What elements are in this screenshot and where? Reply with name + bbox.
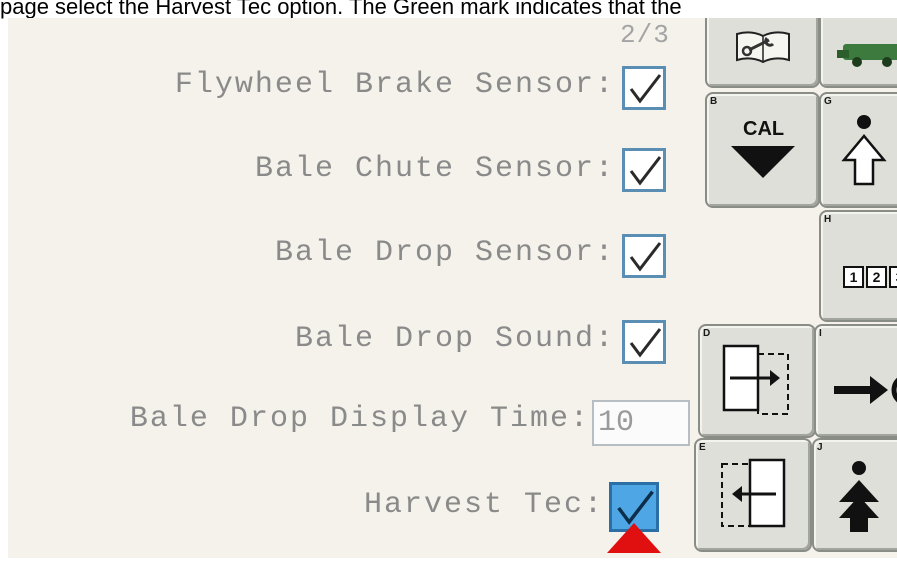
checkmark-icon — [629, 74, 662, 104]
bale-drop-sound-label: Bale Drop Sound: — [294, 322, 615, 356]
softkey-letter-j: J — [817, 442, 823, 453]
bale-drop-display-time-label: Bale Drop Display Time: — [129, 402, 590, 436]
softkey-numeric[interactable]: H 1 2 3 123 — [819, 210, 897, 322]
bale-chute-sensor-label: Bale Chute Sensor: — [254, 152, 615, 186]
harvest-tec-label: Harvest Tec: — [363, 488, 604, 522]
flywheel-brake-sensor-checkbox[interactable] — [622, 66, 666, 110]
bale-drop-sensor-label: Bale Drop Sensor: — [274, 236, 615, 270]
page-indicator: 2/3 — [620, 20, 670, 50]
bale-chute-sensor-checkbox[interactable] — [622, 148, 666, 192]
softkey-home[interactable]: J — [812, 438, 897, 552]
softkey-move-left[interactable]: E — [694, 438, 812, 552]
softkey-scroll-up[interactable]: G — [819, 92, 897, 208]
softkey-manual[interactable] — [705, 18, 820, 88]
bale-drop-sound-checkbox[interactable] — [622, 320, 666, 364]
flywheel-brake-sensor-label: Flywheel Brake Sensor: — [174, 68, 615, 102]
numeric-keypad-icon: 1 2 3 — [843, 266, 897, 288]
softkey-letter-e: E — [699, 442, 706, 453]
softkey-letter-g: G — [824, 96, 832, 107]
softkey-baler[interactable] — [819, 18, 897, 88]
softkey-cal[interactable]: B CAL — [705, 92, 820, 208]
selection-pointer-arrow — [607, 523, 661, 553]
softkey-letter-b: B — [710, 96, 718, 107]
checkmark-icon — [629, 328, 662, 358]
softkey-next[interactable]: I — [814, 324, 897, 438]
softkey-letter-d: D — [703, 328, 711, 339]
checkmark-icon — [629, 156, 662, 186]
terminal-screen: 2/3 Flywheel Brake Sensor: Bale Chute Se… — [8, 18, 897, 558]
cal-label: CAL — [743, 118, 785, 140]
softkey-move-right[interactable]: D — [698, 324, 816, 438]
checkmark-icon — [629, 242, 662, 272]
softkey-letter-i: I — [819, 328, 822, 339]
bale-drop-display-time-input[interactable]: 10 — [592, 400, 690, 446]
softkey-letter-h: H — [824, 214, 832, 225]
bale-drop-sensor-checkbox[interactable] — [622, 234, 666, 278]
